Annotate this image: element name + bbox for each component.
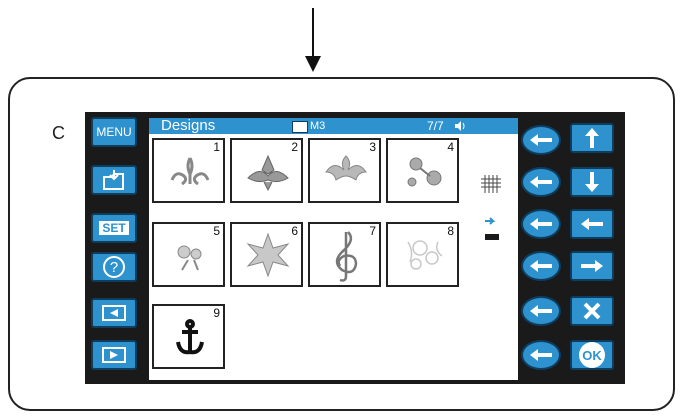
design-cell-7[interactable]: 7: [308, 222, 381, 287]
star-flower-icon: [246, 232, 290, 278]
set-label: SET: [99, 221, 129, 235]
ok-button[interactable]: OK: [570, 340, 614, 370]
arrow-down-icon: [585, 172, 599, 192]
close-icon: [583, 302, 601, 320]
pointer-arrow-shaft: [312, 8, 314, 60]
help-icon: ?: [103, 256, 125, 278]
move-up-button[interactable]: [570, 123, 614, 153]
menu-label: MENU: [96, 125, 132, 139]
arrow-right-icon: [581, 260, 603, 272]
oval-button-5[interactable]: [521, 296, 561, 326]
open-folder-icon: [103, 170, 124, 190]
next-page-icon: [102, 347, 126, 363]
design-cell-9[interactable]: 9: [152, 304, 225, 369]
back-arrow-icon: [530, 134, 552, 146]
ok-label: OK: [579, 342, 605, 368]
open-folder-button[interactable]: [91, 165, 137, 195]
back-arrow-icon: [530, 218, 552, 230]
design-cell-2[interactable]: 2: [230, 138, 303, 203]
floral-lace-icon: [407, 240, 443, 270]
grid-view-icon[interactable]: [481, 175, 501, 193]
menu-button[interactable]: MENU: [91, 117, 137, 147]
page-indicator: 7/7: [427, 119, 444, 133]
set-button[interactable]: SET: [91, 213, 137, 243]
design-cell-3[interactable]: 3: [308, 138, 381, 203]
design-cell-5[interactable]: 5: [152, 222, 225, 287]
anchor-icon: [176, 319, 204, 355]
prev-page-button[interactable]: [91, 298, 137, 328]
figure-label: C: [52, 123, 65, 143]
usb-transfer-icon[interactable]: [472, 215, 506, 249]
memory-box-icon: [292, 121, 308, 133]
back-arrow-icon: [530, 305, 552, 317]
move-right-button[interactable]: [570, 251, 614, 281]
move-left-button[interactable]: [570, 209, 614, 239]
fleur-ornament-icon: [247, 154, 289, 192]
close-button[interactable]: [570, 296, 614, 326]
prev-page-icon: [102, 305, 126, 321]
treble-clef-icon: [335, 231, 358, 282]
oval-button-6[interactable]: [521, 340, 561, 370]
oval-button-1[interactable]: [521, 125, 561, 155]
back-arrow-icon: [530, 260, 552, 272]
oval-button-2[interactable]: [521, 167, 561, 197]
move-down-button[interactable]: [570, 167, 614, 197]
design-cell-1[interactable]: 1: [152, 138, 225, 203]
help-button[interactable]: ?: [91, 252, 137, 282]
ornament-scroll-icon: [170, 157, 210, 186]
sort-label[interactable]: A~Z: [474, 133, 500, 149]
memory-mode: M3: [310, 120, 326, 132]
oval-button-4[interactable]: [521, 251, 561, 281]
design-cell-4[interactable]: 4: [386, 138, 459, 203]
arrow-up-icon: [585, 128, 599, 148]
page-title: Designs: [161, 117, 216, 134]
rose-spray-icon: [177, 245, 202, 271]
back-arrow-icon: [530, 349, 552, 361]
oval-button-3[interactable]: [521, 209, 561, 239]
back-arrow-icon: [530, 176, 552, 188]
next-page-button[interactable]: [91, 340, 137, 370]
three-flowers-icon: [407, 157, 442, 187]
lily-motif-icon: [325, 155, 367, 181]
pointer-arrow-head: [305, 56, 321, 72]
design-number: 9: [213, 306, 220, 320]
design-cell-6[interactable]: 6: [230, 222, 303, 287]
design-number: 7: [369, 224, 376, 238]
arrow-left-icon: [581, 218, 603, 230]
design-cell-8[interactable]: 8: [386, 222, 459, 287]
